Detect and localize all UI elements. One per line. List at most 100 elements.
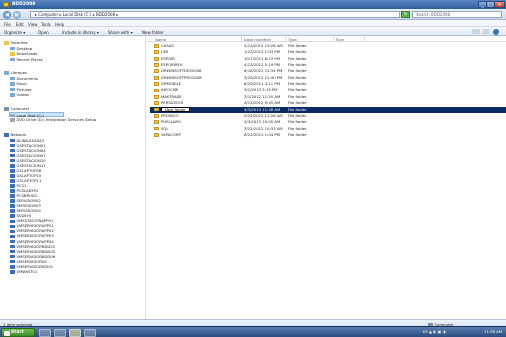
file-name: PUELLARO xyxy=(161,119,182,125)
file-row[interactable]: MAKTRADE 3/1/2012 11:20 AM File folder xyxy=(150,94,506,100)
column-divider[interactable] xyxy=(364,36,365,42)
nav-item-dvd-drive[interactable]: DVD Drive (D:) Integration Services Setu… xyxy=(10,117,96,122)
system-tray[interactable]: ES ▲ ◐ ▣ ◑ xyxy=(423,327,446,337)
downloads-icon xyxy=(10,52,15,56)
file-row[interactable]: CMI 1/23/2013 1:03 PM File folder xyxy=(150,49,506,55)
file-row[interactable]: YAPACORP 6/21/2011 1:04 PM File folder xyxy=(150,132,506,138)
folder-icon xyxy=(154,126,159,131)
file-date-cell: 3/1/2012 11:20 AM xyxy=(244,93,281,99)
file-name-cell: YAPACORP xyxy=(154,132,181,138)
column-divider[interactable] xyxy=(285,36,286,42)
file-row[interactable]: ESPOIR 10/7/2011 6:23 PM File folder xyxy=(150,56,506,62)
network-computer-icon xyxy=(10,270,15,274)
column-divider[interactable] xyxy=(241,36,242,42)
file-name: CASAS xyxy=(161,43,174,48)
file-row[interactable]: New folder 4/3/2013 11:38 AM File folder xyxy=(150,106,506,113)
refresh-button[interactable]: ↻ xyxy=(401,11,410,18)
libraries-header[interactable]: Libraries xyxy=(4,70,27,75)
file-name-cell: GRMOBILE xyxy=(154,81,181,87)
clock[interactable]: 11:38 AM xyxy=(465,327,505,336)
file-date-cell: 4/13/2012 10:26 AM xyxy=(244,43,283,48)
folder-icon xyxy=(154,44,159,48)
address-input[interactable]: ▸ Computer ▸ Local Disk (C:) ▸ BDD2008 ▸ xyxy=(30,11,400,18)
file-type-cell: File folder xyxy=(288,106,307,112)
column-date-modified[interactable]: Date modified xyxy=(244,37,271,42)
file-type-cell: File folder xyxy=(288,62,307,68)
forward-button[interactable]: ▶ xyxy=(13,10,21,19)
file-type-cell: File folder xyxy=(288,43,307,48)
status-bar: 1 item selected Computer xyxy=(0,319,506,327)
file-row[interactable]: PUELLARO 4/3/2013 10:00 AM File folder xyxy=(150,119,506,125)
file-row[interactable]: ESPOIRREV 4/13/2012 5:19 PM File folder xyxy=(150,62,506,68)
file-name-cell: ESPOIR xyxy=(154,56,175,62)
file-row[interactable]: INFOCME 3/1/2013 5:15 PM File folder xyxy=(150,87,506,93)
column-size[interactable]: Size xyxy=(336,37,344,42)
file-row[interactable]: CASAS 4/13/2012 10:26 AM File folder xyxy=(150,43,506,49)
nav-item-pictures[interactable]: Pictures xyxy=(10,87,32,92)
powershell-icon[interactable] xyxy=(54,328,66,337)
computer-icon xyxy=(4,107,9,111)
window-title: BDD2008 xyxy=(12,2,36,7)
nav-item-network-computer[interactable]: VMWINT01 xyxy=(10,269,37,274)
file-row[interactable]: GREENSOFTPRO2008 3/29/2012 12:40 PM File f… xyxy=(150,75,506,81)
column-type[interactable]: Type xyxy=(288,37,297,42)
menu-tools[interactable]: Tools xyxy=(41,22,51,27)
column-name[interactable]: Name xyxy=(155,37,166,42)
file-name-cell: ESPOIRREV xyxy=(154,62,182,68)
close-button[interactable]: × xyxy=(494,1,505,8)
folder-icon xyxy=(154,56,159,61)
open-button[interactable]: Open xyxy=(38,30,49,35)
network-header[interactable]: Network xyxy=(4,132,26,137)
file-date-cell: 4/3/2013 11:38 AM xyxy=(244,106,281,112)
file-name: GREENSOFTPRO2008 xyxy=(161,74,202,80)
file-row[interactable]: GREENSOFTDES2008 6/18/2012 12:34 PM File f… xyxy=(150,68,506,74)
nav-item-recent-places[interactable]: Recent Places xyxy=(10,57,43,62)
nav-item-music[interactable]: Music xyxy=(10,81,27,86)
file-name-cell: CASAS xyxy=(154,43,174,49)
file-type-cell: File folder xyxy=(288,68,307,74)
menu-help[interactable]: Help xyxy=(55,22,64,27)
file-name: SQL xyxy=(161,125,169,131)
organize-button[interactable]: Organize ▾ xyxy=(4,30,25,35)
address-bar-area: ◀ ▶ ▸ Computer ▸ Local Disk (C:) ▸ BDD20… xyxy=(0,9,506,20)
app-taskbar-icon[interactable] xyxy=(84,328,96,337)
file-date-cell: 2/24/2012 11:26 AM xyxy=(244,112,283,118)
back-button[interactable]: ◀ xyxy=(3,10,11,19)
menu-file[interactable]: File xyxy=(4,22,11,27)
help-icon[interactable] xyxy=(493,28,499,35)
desktop-icon xyxy=(10,46,15,51)
file-row[interactable]: PERSATECH 4/13/2012 9:45 AM File folder xyxy=(150,100,506,106)
nav-item-desktop[interactable]: Desktop xyxy=(10,46,32,51)
file-name-cell: SQL xyxy=(154,126,169,132)
nav-item-downloads[interactable]: Downloads xyxy=(10,51,37,56)
column-divider[interactable] xyxy=(333,36,334,42)
computer-header[interactable]: Computer xyxy=(4,106,29,111)
nav-item-videos[interactable]: Videos xyxy=(10,92,29,97)
nav-item-documents[interactable]: Documents xyxy=(10,76,38,81)
nav-item-local-disk[interactable]: Local Disk (C:) xyxy=(9,111,64,118)
new-folder-button[interactable]: New folder xyxy=(142,30,164,35)
file-row[interactable]: GRMOBILE 8/29/2011 4:11 PM File folder xyxy=(150,81,506,87)
explorer-taskbar-icon[interactable] xyxy=(69,328,81,337)
file-name-cell: CMI xyxy=(154,49,168,55)
menu-view[interactable]: View xyxy=(28,22,38,27)
start-button[interactable]: Start xyxy=(1,328,35,337)
file-date-cell: 6/21/2011 1:04 PM xyxy=(244,131,280,137)
file-type-cell: File folder xyxy=(288,93,307,99)
folder-icon xyxy=(3,2,9,7)
menu-edit[interactable]: Edit xyxy=(16,22,24,27)
file-name-cell: INFOCME xyxy=(154,87,178,93)
search-input[interactable]: Search BDD2008 xyxy=(412,11,502,18)
file-row[interactable]: PROINCO 2/24/2012 11:26 AM File folder xyxy=(150,113,506,119)
favorites-header[interactable]: Favorites xyxy=(4,40,28,45)
menu-bar: File Edit View Tools Help xyxy=(0,20,506,27)
include-in-library-button[interactable]: Include in library ▾ xyxy=(62,30,99,35)
file-date-cell: 3/12/2012 10:33 AM xyxy=(244,125,283,131)
preview-pane-icon[interactable] xyxy=(483,29,489,34)
rename-input[interactable]: New folder xyxy=(161,106,190,112)
server-manager-icon[interactable] xyxy=(39,328,51,337)
view-options-icon[interactable] xyxy=(472,29,480,34)
file-name: INFOCME xyxy=(161,87,179,93)
file-row[interactable]: SQL 3/12/2012 10:33 AM File folder xyxy=(150,126,506,132)
share-with-button[interactable]: Share with ▾ xyxy=(108,30,133,35)
